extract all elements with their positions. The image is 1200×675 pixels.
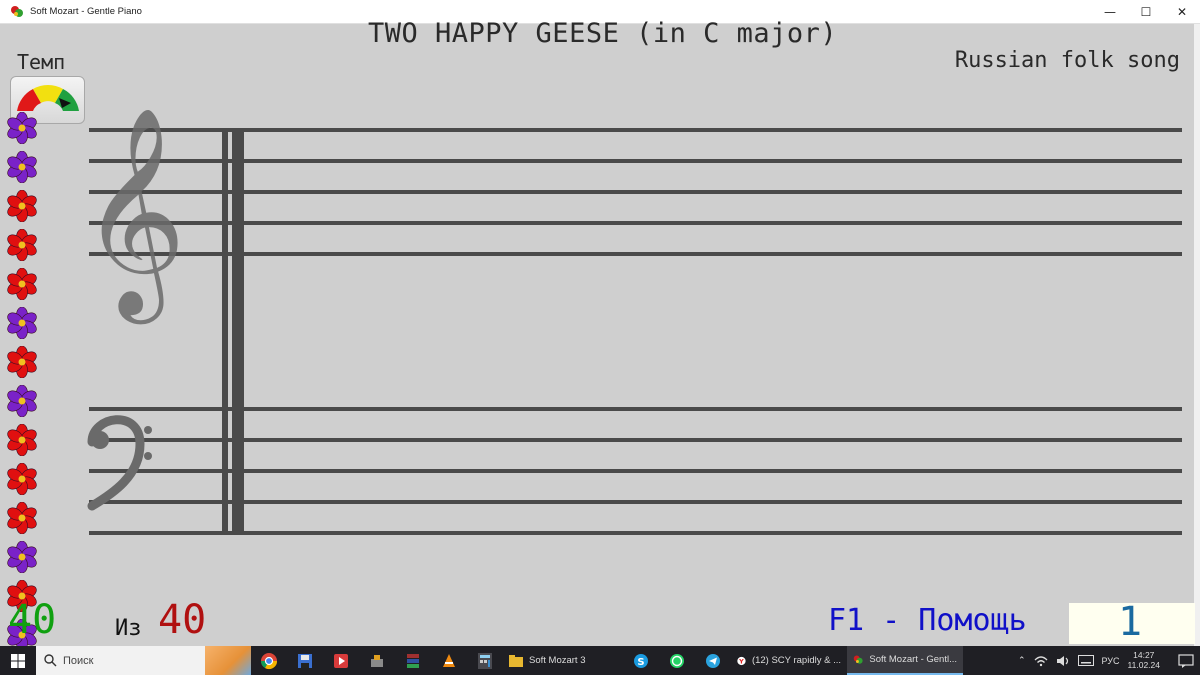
yandex-browser-icon: Y xyxy=(737,656,746,665)
volume-icon[interactable] xyxy=(1056,655,1070,667)
taskbar-app-label: Soft Mozart - Gentl... xyxy=(869,654,957,665)
soft-mozart-app-icon xyxy=(11,5,23,17)
flower-column xyxy=(6,111,40,658)
folder-icon xyxy=(509,654,523,667)
purple-flower-icon xyxy=(7,384,37,418)
windows-logo-icon xyxy=(11,653,25,668)
red-flower-icon xyxy=(7,189,37,223)
taskbar-app-label: (12) SCY rapidly & ... xyxy=(751,655,841,666)
media-app-icon[interactable] xyxy=(323,646,359,675)
windows-taskbar: Поиск Soft Mozart 3 S Y (12) SCY rapidly… xyxy=(0,646,1200,675)
soft-mozart-icon xyxy=(853,655,863,664)
system-tray: ⌃ РУС 14:27 11.02.24 xyxy=(1018,646,1200,675)
of-label: Из xyxy=(115,616,142,641)
purple-flower-icon xyxy=(7,306,37,340)
taskbar-app-yandex-browser[interactable]: Y (12) SCY rapidly & ... xyxy=(731,646,847,675)
window-title: Soft Mozart - Gentle Piano xyxy=(30,6,142,17)
calculator-icon[interactable] xyxy=(467,646,503,675)
minimize-button[interactable]: — xyxy=(1092,0,1128,24)
page-number: 1 xyxy=(1118,599,1143,645)
vlc-icon[interactable] xyxy=(431,646,467,675)
total-count: 40 xyxy=(158,597,207,643)
red-flower-icon xyxy=(7,345,37,379)
chevron-up-icon[interactable]: ⌃ xyxy=(1018,655,1026,666)
search-placeholder: Поиск xyxy=(63,654,94,667)
language-indicator[interactable]: РУС xyxy=(1102,656,1120,666)
taskbar-app-soft-mozart-folder[interactable]: Soft Mozart 3 xyxy=(503,646,619,675)
maximize-button[interactable]: ☐ xyxy=(1128,0,1164,24)
taskbar-search-box[interactable]: Поиск xyxy=(36,646,251,675)
wifi-icon[interactable] xyxy=(1034,655,1048,667)
purple-flower-icon xyxy=(7,150,37,184)
telegram-icon[interactable] xyxy=(695,646,731,675)
red-flower-icon xyxy=(7,462,37,496)
grand-staff: 𝄞 xyxy=(80,106,1182,535)
red-flower-icon xyxy=(7,267,37,301)
thin-barline xyxy=(222,130,228,535)
taskbar-app-label: Soft Mozart 3 xyxy=(529,655,586,666)
taskbar-app-soft-mozart-window[interactable]: Soft Mozart - Gentl... xyxy=(847,646,963,675)
completed-count: 40 xyxy=(8,597,57,643)
winrar-icon[interactable] xyxy=(395,646,431,675)
treble-clef-icon: 𝄞 xyxy=(80,106,186,324)
red-flower-icon xyxy=(7,423,37,457)
vertical-scrollbar[interactable] xyxy=(1194,24,1200,646)
keyboard-icon[interactable] xyxy=(1077,655,1094,666)
start-button[interactable] xyxy=(0,646,36,675)
red-flower-icon xyxy=(7,501,37,535)
window-controls: — ☐ ✕ xyxy=(1092,0,1200,24)
bass-staff-lines xyxy=(89,407,1182,535)
purple-flower-icon xyxy=(7,111,37,145)
search-icon xyxy=(44,654,57,667)
tools-app-icon[interactable] xyxy=(359,646,395,675)
help-hint[interactable]: F1 - Помощь xyxy=(828,606,1027,636)
close-button[interactable]: ✕ xyxy=(1164,0,1200,24)
svg-text:S: S xyxy=(637,657,644,668)
search-highlight-image xyxy=(205,646,251,675)
chrome-icon[interactable] xyxy=(251,646,287,675)
bass-clef-icon xyxy=(87,415,152,511)
whatsapp-icon[interactable] xyxy=(659,646,695,675)
thick-barline xyxy=(232,130,244,535)
song-author: Russian folk song xyxy=(954,48,1180,73)
notifications-icon[interactable] xyxy=(1178,653,1194,668)
song-title: TWO HAPPY GEESE (in C major) xyxy=(368,18,838,49)
red-flower-icon xyxy=(7,228,37,262)
treble-staff-lines xyxy=(89,128,1182,256)
skype-icon[interactable]: S xyxy=(623,646,659,675)
svg-text:Y: Y xyxy=(738,657,744,665)
purple-flower-icon xyxy=(7,540,37,574)
tempo-label: Темп xyxy=(17,50,66,74)
taskbar-clock[interactable]: 14:27 11.02.24 xyxy=(1127,650,1160,670)
save-disk-icon[interactable] xyxy=(287,646,323,675)
clock-date: 11.02.24 xyxy=(1127,659,1160,670)
